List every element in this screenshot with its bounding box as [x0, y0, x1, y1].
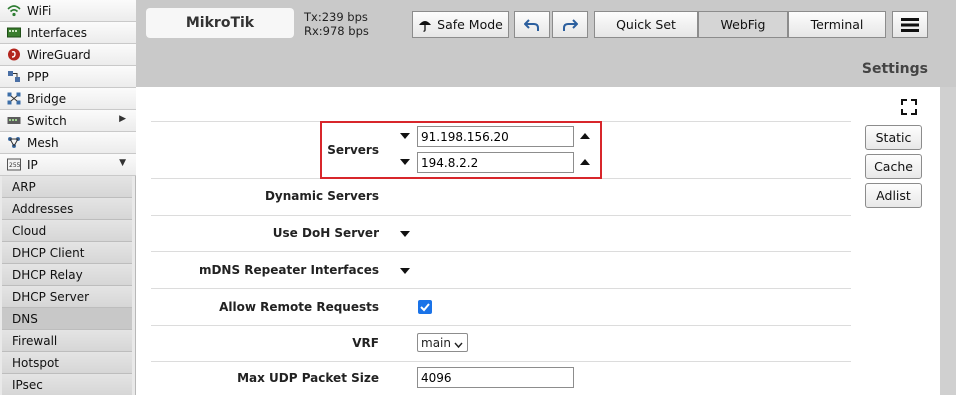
vrf-select[interactable]: main [417, 333, 468, 352]
sidebar-item-label: Mesh [27, 135, 59, 150]
allow-remote-label: Allow Remote Requests [219, 300, 379, 314]
quick-set-button[interactable]: Quick Set [594, 11, 698, 38]
sidebar-subitem-addresses[interactable]: Addresses [2, 198, 132, 220]
servers-collapse-icon-2[interactable] [400, 159, 410, 165]
sidebar-subitem-label: ARP [12, 179, 36, 194]
bridge-icon [7, 92, 21, 105]
vrf-label: VRF [352, 336, 379, 350]
sidebar-subitem-hotspot[interactable]: Hotspot [2, 352, 132, 374]
use-doh-expand-icon[interactable] [400, 231, 410, 237]
sidebar-item-label: WiFi [27, 3, 52, 18]
server-2-input[interactable] [417, 152, 574, 173]
page-title: Settings [861, 61, 928, 77]
rx-rate: Rx:978 bps [304, 24, 369, 38]
vrf-selected-value: main [421, 335, 451, 350]
cache-button[interactable]: Cache [865, 154, 922, 179]
chevron-down-icon [454, 338, 463, 352]
sidebar-item-label: WireGuard [27, 47, 91, 62]
sidebar-item-ip[interactable]: 255 IP ▼ [0, 154, 136, 176]
servers-collapse-icon-1[interactable] [400, 133, 410, 139]
sidebar-item-mesh[interactable]: Mesh [0, 132, 136, 154]
webfig-button[interactable]: WebFig [698, 11, 788, 38]
row-divider [151, 325, 851, 326]
umbrella-icon [418, 18, 432, 32]
scrollbar[interactable] [940, 87, 956, 395]
sidebar-subitem-label: DNS [12, 311, 38, 326]
sidebar-subitem-label: Hotspot [12, 355, 59, 370]
sidebar-item-wireguard[interactable]: WireGuard [0, 44, 136, 66]
sidebar-item-switch[interactable]: Switch ▶ [0, 110, 136, 132]
mdns-repeater-label: mDNS Repeater Interfaces [198, 263, 379, 277]
mesh-icon [7, 136, 21, 149]
header-bar: MikroTik Tx:239 bps Rx:978 bps Safe Mode… [136, 0, 956, 87]
sidebar-subitem-cloud[interactable]: Cloud [2, 220, 132, 242]
safe-mode-button[interactable]: Safe Mode [412, 11, 509, 38]
safe-mode-label: Safe Mode [437, 17, 503, 32]
sidebar-subitem-dhcp-client[interactable]: DHCP Client [2, 242, 132, 264]
sidebar-subitem-label: Addresses [12, 201, 74, 216]
sidebar-subitem-label: DHCP Client [12, 245, 85, 260]
max-udp-input[interactable] [417, 367, 574, 388]
use-doh-label: Use DoH Server [272, 226, 379, 240]
mdns-expand-icon[interactable] [400, 268, 410, 274]
sidebar-item-interfaces[interactable]: Interfaces [0, 22, 136, 44]
row-divider [151, 251, 851, 252]
tx-rate: Tx:239 bps [304, 10, 368, 24]
ppp-icon [7, 70, 21, 83]
dynamic-servers-label: Dynamic Servers [264, 189, 379, 203]
sidebar-subitem-dhcp-relay[interactable]: DHCP Relay [2, 264, 132, 286]
undo-button[interactable] [514, 11, 550, 38]
row-divider [151, 288, 851, 289]
ip-icon: 255 [7, 158, 21, 171]
sidebar-subitem-label: IPsec [12, 377, 43, 392]
sidebar-item-label: Switch [27, 113, 67, 128]
traffic-readout: Tx:239 bps Rx:978 bps [304, 10, 369, 38]
sidebar-item-wifi[interactable]: WiFi [0, 0, 136, 22]
hamburger-menu-button[interactable] [892, 11, 928, 38]
sidebar-subitem-label: Cloud [12, 223, 47, 238]
switch-icon [7, 114, 21, 127]
sidebar-subitem-label: DHCP Server [12, 289, 90, 304]
adlist-button[interactable]: Adlist [865, 183, 922, 208]
undo-icon [524, 18, 540, 32]
mikrotik-logo: MikroTik [146, 8, 294, 38]
wireguard-icon [7, 48, 21, 61]
sidebar-subitem-label: Firewall [12, 333, 58, 348]
sidebar-subitem-dhcp-server[interactable]: DHCP Server [2, 286, 132, 308]
sidebar-item-bridge[interactable]: Bridge [0, 88, 136, 110]
interfaces-icon [7, 26, 21, 39]
row-divider [151, 361, 851, 362]
chevron-right-icon: ▶ [119, 114, 126, 124]
servers-label: Servers [327, 143, 379, 157]
terminal-button[interactable]: Terminal [788, 11, 886, 38]
allow-remote-checkbox[interactable] [418, 300, 432, 314]
sidebar-item-label: PPP [27, 69, 49, 84]
server-1-remove-icon[interactable] [580, 133, 590, 139]
sidebar-subitem-ipsec[interactable]: IPsec [2, 374, 132, 395]
sidebar-subitem-arp[interactable]: ARP [2, 176, 132, 198]
redo-icon [562, 18, 578, 32]
server-1-input[interactable] [417, 126, 574, 147]
max-udp-label: Max UDP Packet Size [237, 371, 379, 385]
svg-text:255: 255 [9, 162, 21, 169]
static-button[interactable]: Static [865, 125, 922, 150]
server-2-remove-icon[interactable] [580, 159, 590, 165]
sidebar-subitem-label: DHCP Relay [12, 267, 83, 282]
sidebar-subitem-dns[interactable]: DNS [2, 308, 132, 330]
dns-settings-panel: Servers Dynamic Servers Use DoH Server m… [136, 87, 940, 395]
sidebar-item-label: IP [27, 157, 38, 172]
hamburger-icon [901, 17, 919, 33]
wifi-icon [7, 4, 21, 17]
checkmark-icon [420, 303, 430, 312]
row-divider [151, 215, 851, 216]
sidebar-item-label: Interfaces [27, 25, 87, 40]
sidebar-item-ppp[interactable]: PPP [0, 66, 136, 88]
fullscreen-icon[interactable] [900, 98, 918, 116]
sidebar: WiFi Interfaces WireGuard PPP Bridge Swi… [0, 0, 136, 395]
sidebar-item-label: Bridge [27, 91, 67, 106]
sidebar-subitem-firewall[interactable]: Firewall [2, 330, 132, 352]
redo-button[interactable] [552, 11, 588, 38]
chevron-down-icon: ▼ [119, 158, 126, 168]
